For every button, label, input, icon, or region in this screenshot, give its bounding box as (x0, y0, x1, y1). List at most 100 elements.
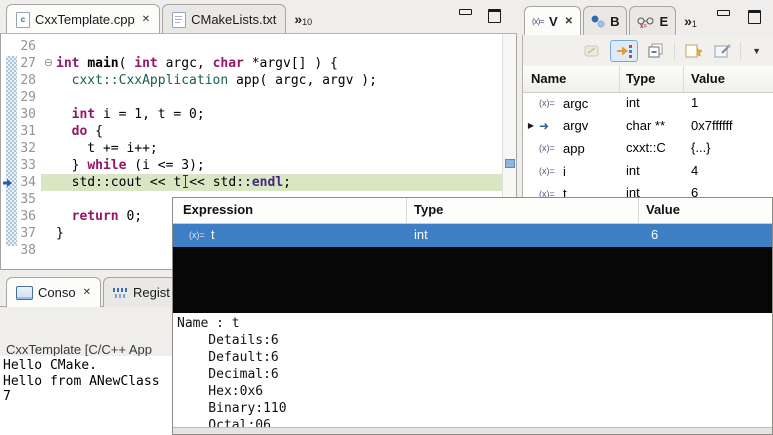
view-overflow-chevron[interactable]: » 1 (678, 6, 703, 35)
variable-row[interactable]: (x)= argc int 1 (523, 92, 773, 115)
tab-label: Conso (38, 285, 76, 300)
horizontal-scrollbar[interactable] (173, 427, 772, 434)
registers-icon (112, 286, 128, 299)
variable-icon: (x)= (539, 98, 555, 109)
tab-breakpoints[interactable]: B (583, 6, 628, 36)
view-window-buttons (717, 10, 773, 24)
variables-table-header: Name Type Value (523, 66, 773, 93)
expression-row-selected[interactable]: (x)= t int 6 (173, 224, 772, 247)
variable-value: 1 (691, 95, 699, 110)
column-header-value: Value (646, 202, 680, 217)
edit-watch-expression-icon[interactable] (711, 41, 733, 61)
fold-column (41, 123, 56, 140)
variables-icon: (x)= (532, 17, 545, 26)
tab-overflow-chevron[interactable]: » 10 (288, 4, 318, 33)
variable-type: cxxt::C (626, 140, 666, 156)
variable-row[interactable]: (x)= i int 4 (523, 160, 773, 183)
variable-name: app (563, 140, 585, 156)
tab-variables[interactable]: (x)= V ✕ (524, 6, 582, 36)
line-number: 28 (20, 73, 36, 88)
tab-expressions[interactable]: x= E (629, 6, 677, 36)
fold-column (41, 191, 56, 208)
line-number: 38 (20, 243, 36, 258)
expander-icon[interactable]: ▶ (523, 121, 539, 130)
expression-name: t (211, 227, 215, 242)
variables-toolbar: ▼ (522, 35, 773, 66)
minimize-icon[interactable] (459, 9, 472, 15)
code-text: cxxt::CxxApplication app( argc, argv ); (71, 73, 377, 88)
show-type-names-icon[interactable] (581, 41, 603, 61)
variable-name: argv (563, 118, 589, 134)
line-number: 36 (20, 209, 36, 224)
detail-line: Default:6 (177, 350, 279, 365)
debug-views-tabbar: (x)= V ✕ B x= E » 1 (522, 0, 773, 36)
variable-type: int (626, 95, 640, 110)
view-menu-icon[interactable]: ▼ (748, 46, 765, 56)
collapse-all-icon[interactable] (645, 41, 667, 61)
show-logical-structure-icon[interactable] (610, 39, 639, 62)
editor-window-buttons (459, 9, 517, 23)
line-number: 29 (20, 90, 36, 105)
line-number: 37 (20, 226, 36, 241)
variable-type: int (626, 162, 640, 178)
column-divider[interactable] (406, 198, 407, 223)
console-icon (16, 285, 33, 300)
line-number: 30 (20, 107, 36, 122)
variable-type: char ** (626, 117, 666, 133)
close-icon[interactable]: ✕ (565, 16, 573, 27)
code-line[interactable]: 28 cxxt::CxxApplication app( argc, argv … (1, 72, 503, 89)
line-number: 26 (20, 39, 36, 54)
details-pane[interactable]: Name : t Details:6 Default:6 Decimal:6 H… (173, 313, 772, 427)
text-file-icon: t (172, 11, 187, 28)
tab-label: B (610, 14, 620, 29)
code-line[interactable]: 31 do { (1, 123, 503, 140)
column-divider[interactable] (683, 66, 684, 92)
column-divider[interactable] (638, 198, 639, 223)
code-line[interactable]: 26 (1, 38, 503, 55)
tab-cmakelists-txt[interactable]: t CMakeLists.txt (162, 4, 287, 34)
column-header-expression: Expression (183, 202, 254, 217)
close-icon[interactable]: ✕ (142, 14, 150, 25)
code-text: int main( int argc, char *argv[] ) { (56, 56, 338, 71)
maximize-icon[interactable] (488, 9, 501, 23)
tab-console[interactable]: Conso ✕ (6, 277, 101, 307)
code-text: t += i++; (56, 141, 158, 156)
tab-label: V (549, 14, 558, 29)
fold-column (41, 242, 56, 259)
code-line[interactable]: 34 std::cout << t << std::endl; (1, 174, 503, 191)
column-header-type: Type (414, 202, 444, 217)
fold-column (41, 174, 56, 191)
maximize-icon[interactable] (748, 10, 761, 24)
line-number: 35 (20, 192, 36, 207)
minimize-icon[interactable] (717, 10, 730, 16)
new-watch-expression-icon[interactable] (682, 41, 704, 61)
fold-column (41, 225, 56, 242)
editor-tabbar: c CxxTemplate.cpp ✕ t CMakeLists.txt »10 (0, 0, 517, 34)
eclipse-workbench: c CxxTemplate.cpp ✕ t CMakeLists.txt »10… (0, 0, 773, 435)
detail-line: Details:6 (177, 333, 279, 348)
svg-text:x=: x= (640, 24, 647, 28)
detail-line: Decimal:6 (177, 367, 279, 382)
popup-table-header: Expression Type Value (173, 198, 772, 224)
popup-empty-area (173, 247, 772, 313)
tab-registers[interactable]: Regist (102, 277, 180, 307)
detail-line: Octal:06 (177, 418, 271, 427)
code-line[interactable]: 29 (1, 89, 503, 106)
variable-row[interactable]: (x)= app cxxt::C {...} (523, 137, 773, 160)
variable-row[interactable]: ▶ ➜ argv char ** 0x7ffffff (523, 115, 773, 138)
code-line[interactable]: 32 t += i++; (1, 140, 503, 157)
current-line-marker[interactable] (505, 159, 515, 168)
tab-cxxtemplate-cpp[interactable]: c CxxTemplate.cpp ✕ (6, 4, 161, 34)
detail-line: Binary:110 (177, 401, 287, 416)
code-line[interactable]: 27 ⊖ int main( int argc, char *argv[] ) { (1, 55, 503, 72)
code-line[interactable]: 33 } while (i <= 3); (1, 157, 503, 174)
close-icon[interactable]: ✕ (83, 287, 91, 298)
code-line[interactable]: 30 int i = 1, t = 0; (1, 106, 503, 123)
column-divider[interactable] (619, 66, 620, 92)
toolbar-separator (674, 41, 676, 60)
code-text: std::cout << t << std::endl; (56, 174, 503, 191)
fold-collapse-icon[interactable]: ⊖ (41, 55, 56, 72)
fold-column (41, 38, 56, 55)
chevron-icon: » (684, 12, 692, 29)
